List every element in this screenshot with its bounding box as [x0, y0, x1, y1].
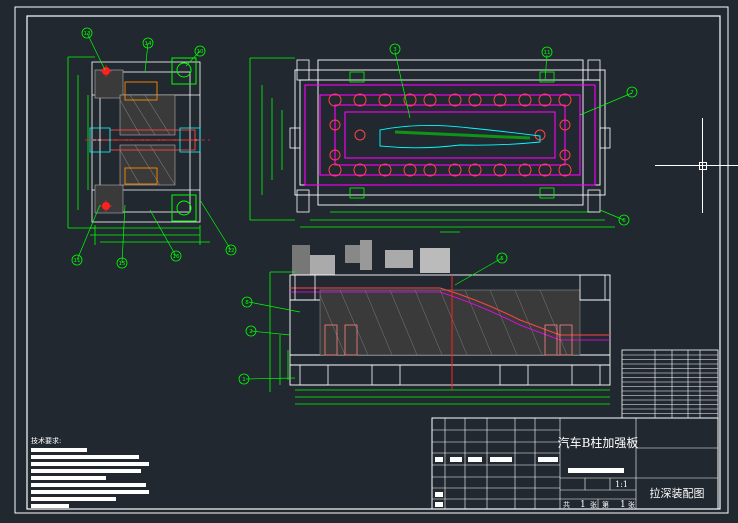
bolt-hole [448, 93, 462, 107]
svg-text:5: 5 [500, 256, 504, 262]
svg-text:12: 12 [228, 248, 235, 254]
sheet-no: 1 [620, 500, 626, 510]
balloon-5: 5 [496, 252, 508, 264]
bolt-hole [354, 129, 366, 141]
svg-text:2: 2 [249, 329, 253, 335]
cad-cursor-pickbox[interactable] [699, 162, 707, 170]
sheet-total-unit: 张 [590, 500, 597, 509]
svg-text:15: 15 [119, 261, 126, 267]
bolt-hole [538, 163, 552, 177]
bolt-hole [353, 93, 367, 107]
balloon-16: 16 [170, 250, 182, 262]
bolt-hole [518, 163, 532, 177]
bolt-hole [328, 163, 342, 177]
svg-text:8: 8 [245, 300, 249, 306]
svg-text:16: 16 [173, 254, 180, 260]
bolt-hole [423, 93, 437, 107]
drawing-title: 汽车B柱加强板 [558, 435, 639, 450]
sheet-total: 1 [580, 500, 586, 510]
notes-heading: 技术要求: [31, 436, 61, 445]
title-block: 汽车B柱加强板 拉深装配图 1:1 共 1 张 第 1 张 [431, 417, 719, 510]
svg-text:11: 11 [544, 50, 551, 56]
bolt-hole [448, 163, 462, 177]
balloon-14: 14 [142, 37, 154, 49]
side-view [67, 56, 210, 245]
bolt-hole [468, 163, 482, 177]
cad-drawing-canvas: 13141011 151612 3 1176 5821 汽车B柱加强板 拉深装配… [14, 6, 729, 514]
balloon-12: 12 [225, 244, 237, 256]
bolt-hole [538, 93, 552, 107]
balloon-7: 7 [626, 86, 638, 98]
balloon-10: 10 [194, 45, 206, 57]
bolt-hole [493, 163, 507, 177]
cad-crosshair-horizontal [655, 165, 738, 166]
svg-text:14: 14 [145, 41, 152, 47]
bolt-hole [558, 93, 572, 107]
balloon-11: 11 [71, 254, 83, 266]
bolt-hole [353, 163, 367, 177]
bolt-hole [493, 93, 507, 107]
bolt-hole [468, 93, 482, 107]
technical-notes: 技术要求: [31, 436, 149, 508]
drawing-name: 拉深装配图 [650, 486, 705, 500]
blurred-region [292, 240, 450, 275]
svg-text:13: 13 [84, 31, 91, 37]
bolt-hole [423, 163, 437, 177]
balloon-13: 13 [81, 27, 93, 39]
sheet-no-label: 第 [602, 500, 609, 509]
bolt-hole [518, 93, 532, 107]
balloon-3: 3 [389, 43, 401, 55]
bolt-hole [378, 163, 392, 177]
balloon-11: 11 [541, 46, 553, 58]
svg-text:1: 1 [242, 377, 246, 383]
svg-text:6: 6 [622, 218, 626, 224]
svg-text:11: 11 [74, 258, 81, 264]
sheet-total-label: 共 [563, 500, 570, 509]
balloon-2: 2 [245, 325, 257, 337]
notes-lines [31, 448, 149, 508]
parts-list [621, 349, 719, 419]
scale-value: 1:1 [615, 480, 628, 489]
balloon-6: 6 [618, 214, 630, 226]
bolt-hole [328, 93, 342, 107]
svg-text:7: 7 [630, 90, 634, 96]
sheet-no-unit: 张 [628, 500, 635, 509]
bolt-hole [403, 163, 417, 177]
plan-view [249, 57, 615, 233]
bolt-hole [378, 93, 392, 107]
bolt-hole [558, 163, 572, 177]
svg-text:3: 3 [393, 47, 397, 53]
svg-text:10: 10 [197, 49, 204, 55]
section-view [269, 271, 611, 405]
